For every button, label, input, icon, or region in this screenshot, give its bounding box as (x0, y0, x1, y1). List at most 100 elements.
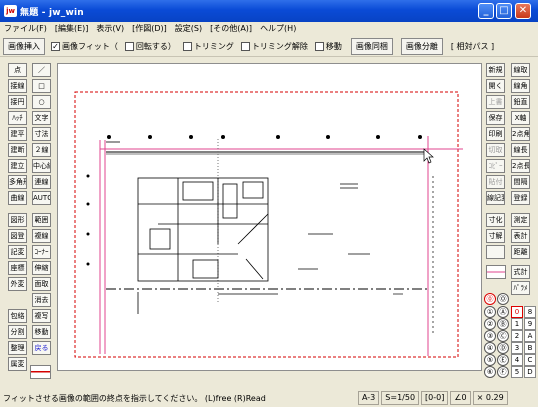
left-tool-button[interactable]: 文字 (32, 111, 51, 125)
zoom-display[interactable]: × 0.29 (472, 391, 508, 405)
right-tool-button[interactable]: 開く (486, 79, 505, 93)
layer-circle[interactable]: Ⓔ (497, 354, 509, 366)
layer-display[interactable]: [0-0] (421, 391, 449, 405)
layer-number[interactable]: 0 (511, 306, 523, 318)
fit-checkbox[interactable]: ✓ (51, 41, 60, 51)
left-tool-button[interactable]: 接線 (8, 79, 27, 93)
right-tool-button[interactable]: 登録 (511, 191, 530, 205)
left-tool-button[interactable]: 図形 (8, 213, 27, 227)
right-tool-button[interactable]: 新規 (486, 63, 505, 77)
layer-group-circle[interactable]: Ⓞ (497, 293, 509, 305)
rotate-checkbox[interactable] (124, 41, 134, 51)
paper-size[interactable]: A-3 (358, 391, 380, 405)
layer-circle[interactable]: ② (484, 318, 496, 330)
layer-circle[interactable]: ① (484, 306, 496, 318)
menu-item[interactable]: [作図(D)] (128, 23, 171, 34)
right-tool-button[interactable]: 式計 (511, 265, 530, 279)
left-tool-button[interactable]: 複写 (32, 309, 51, 323)
left-tool-button[interactable]: 消去 (32, 293, 51, 307)
layer-circle[interactable]: ⑥ (484, 366, 496, 378)
layer-number[interactable]: 3 (511, 342, 523, 354)
left-tool-button[interactable]: 建平 (8, 127, 27, 141)
left-tool-button[interactable]: 建断 (8, 143, 27, 157)
left-tool-button[interactable]: □ (32, 79, 51, 93)
left-tool-button[interactable]: 範囲 (32, 213, 51, 227)
left-tool-button[interactable]: ２線 (32, 143, 51, 157)
right-tool-button[interactable]: 表計 (511, 229, 530, 243)
left-tool-button[interactable]: 図登 (8, 229, 27, 243)
right-tool-button[interactable]: 線記変 (486, 191, 505, 205)
left-tool-button[interactable]: 座標 (8, 261, 27, 275)
menu-item[interactable]: ファイル(F) (0, 23, 51, 34)
left-tool-button[interactable]: 複線 (32, 229, 51, 243)
right-tool-button[interactable]: 保存 (486, 111, 505, 125)
layer-number[interactable]: 1 (511, 318, 523, 330)
left-tool-button[interactable]: 整理 (8, 341, 27, 355)
image-insert-button[interactable]: 画像挿入 (3, 37, 45, 55)
pen-color-swatch[interactable] (486, 265, 506, 279)
left-tool-button[interactable]: ○ (32, 95, 51, 109)
layer-circle[interactable]: Ⓕ (497, 366, 509, 378)
left-tool-button[interactable]: 寸法 (32, 127, 51, 141)
layer-number[interactable]: 4 (511, 354, 523, 366)
left-tool-button[interactable]: 記変 (8, 245, 27, 259)
angle-display[interactable]: ∠0 (450, 391, 471, 405)
left-tool-button[interactable]: 分割 (8, 325, 27, 339)
right-tool-button[interactable]: 切取 (486, 143, 505, 157)
left-tool-button[interactable]: 中心線 (32, 159, 51, 173)
layer-number[interactable]: 8 (524, 306, 536, 318)
menu-item[interactable]: ヘルプ(H) (256, 23, 300, 34)
left-tool-button[interactable]: 建立 (8, 159, 27, 173)
layer-number[interactable]: 2 (511, 330, 523, 342)
right-tool-button[interactable]: 鉛直 (511, 95, 530, 109)
left-tool-button[interactable]: 戻る (32, 341, 51, 355)
left-tool-button[interactable]: 多角形 (8, 175, 27, 189)
drawing-canvas[interactable] (57, 63, 482, 371)
line-color-swatch[interactable] (30, 365, 51, 379)
left-tool-button[interactable]: 曲線 (8, 191, 27, 205)
left-tool-button[interactable]: ／ (32, 63, 51, 77)
trim-release-checkbox[interactable] (240, 41, 250, 51)
right-tool-button[interactable]: 寸解 (486, 229, 505, 243)
right-tool-button[interactable]: ﾊﾟﾗﾒ (511, 281, 530, 295)
right-tool-button[interactable] (486, 245, 505, 259)
layer-number[interactable]: 9 (524, 318, 536, 330)
layer-circle[interactable]: ④ (484, 342, 496, 354)
right-tool-button[interactable]: 線取 (511, 63, 530, 77)
right-tool-button[interactable]: 測定 (511, 213, 530, 227)
right-tool-button[interactable]: 間隔 (511, 175, 530, 189)
layer-number[interactable]: 5 (511, 366, 523, 378)
menu-item[interactable]: 表示(V) (92, 23, 128, 34)
right-tool-button[interactable]: 上書 (486, 95, 505, 109)
right-tool-button[interactable]: 貼付 (486, 175, 505, 189)
layer-circle[interactable]: ⑤ (484, 354, 496, 366)
right-tool-button[interactable]: 印刷 (486, 127, 505, 141)
layer-number[interactable]: B (524, 342, 536, 354)
close-button[interactable]: ✕ (515, 3, 531, 19)
left-tool-button[interactable]: 包絡 (8, 309, 27, 323)
move-checkbox[interactable] (314, 41, 324, 51)
right-tool-button[interactable]: 線長 (511, 143, 530, 157)
left-tool-button[interactable]: 伸縮 (32, 261, 51, 275)
menu-item[interactable]: [編集(E)] (51, 23, 93, 34)
right-tool-button[interactable]: 2点長 (511, 159, 530, 173)
left-tool-button[interactable] (8, 293, 27, 307)
right-tool-button[interactable]: 線角 (511, 79, 530, 93)
layer-circle[interactable]: Ⓓ (497, 342, 509, 354)
right-tool-button[interactable]: 2点角 (511, 127, 530, 141)
layer-number[interactable]: D (524, 366, 536, 378)
layer-group-circle[interactable]: ⓪ (484, 293, 496, 305)
maximize-button[interactable]: □ (496, 3, 512, 19)
left-tool-button[interactable]: 接円 (8, 95, 27, 109)
left-tool-button[interactable]: 面取 (32, 277, 51, 291)
trim-checkbox[interactable] (182, 41, 192, 51)
left-tool-button[interactable]: AUTO (32, 191, 51, 205)
left-tool-button[interactable]: 点 (8, 63, 27, 77)
layer-number[interactable]: A (524, 330, 536, 342)
left-tool-button[interactable]: ｺｰﾅｰ (32, 245, 51, 259)
image-same-button[interactable]: 画像同梱 (350, 37, 393, 55)
layer-circle[interactable]: Ⓐ (497, 306, 509, 318)
left-tool-button[interactable]: 属変 (8, 357, 27, 371)
layer-circle[interactable]: ③ (484, 330, 496, 342)
left-tool-button[interactable]: 外変 (8, 277, 27, 291)
